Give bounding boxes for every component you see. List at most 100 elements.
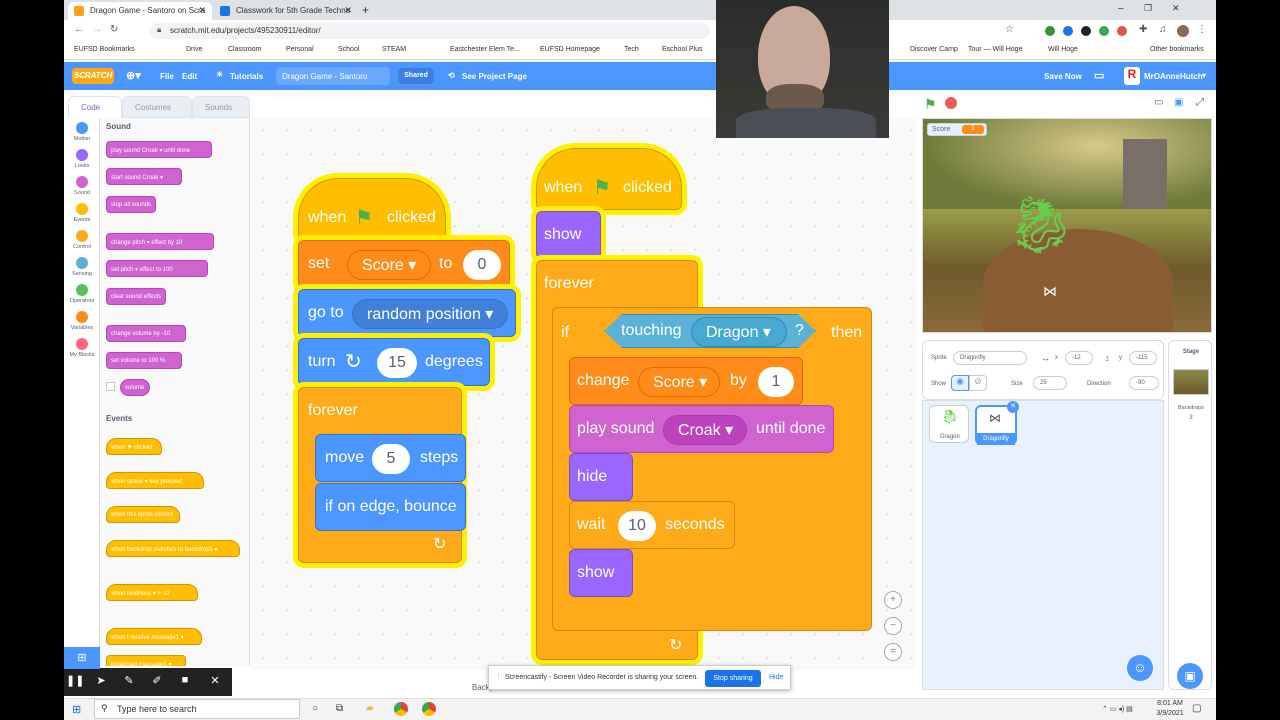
- extension-icon[interactable]: [1063, 26, 1073, 36]
- notification-icon[interactable]: ▢: [1192, 703, 1201, 714]
- start-sound-block[interactable]: start sound Croak ▾: [106, 168, 182, 185]
- bookmark-will-hoge[interactable]: Will Hoge: [1048, 46, 1078, 53]
- play-sound-block[interactable]: play sound Croak ▾ until done: [106, 141, 212, 158]
- tab-costumes[interactable]: Costumes: [122, 96, 192, 118]
- reload-icon[interactable]: ↻: [110, 24, 118, 35]
- drag-handle-icon[interactable]: ⋮: [495, 673, 502, 681]
- when-sprite-clicked-block[interactable]: when this sprite clicked: [106, 506, 180, 523]
- pen-icon[interactable]: ✎: [120, 674, 138, 690]
- set-pitch-block[interactable]: set pitch ▾ effect to 100: [106, 260, 208, 277]
- y-input[interactable]: -115: [1129, 351, 1157, 365]
- browser-tab-classwork[interactable]: Classwork for 5th Grade Techno ✕: [214, 2, 358, 20]
- dragonfly-sprite[interactable]: ⋈: [1043, 284, 1075, 298]
- choose-backdrop-button[interactable]: ▣: [1177, 663, 1203, 689]
- bookmark-personal[interactable]: Personal: [286, 46, 314, 53]
- pause-icon[interactable]: ❚❚: [66, 674, 84, 690]
- hide-block[interactable]: hide: [569, 453, 633, 501]
- broadcast-block[interactable]: broadcast message1 ▾: [106, 655, 186, 666]
- camera-icon[interactable]: ■: [176, 674, 194, 690]
- category-operators[interactable]: Operators: [64, 284, 100, 304]
- extension-icon[interactable]: [1045, 26, 1055, 36]
- bookmark-discover-camp[interactable]: Discover Camp: [910, 46, 958, 53]
- clear-sound-effects-block[interactable]: clear sound effects: [106, 288, 166, 305]
- set-value-input[interactable]: 0: [463, 250, 501, 280]
- forward-icon[interactable]: →: [92, 24, 102, 35]
- user-menu[interactable]: MrOAnneHutch: [1144, 72, 1203, 81]
- move-steps-input[interactable]: 5: [372, 444, 410, 474]
- cursor-icon[interactable]: ➤: [92, 674, 110, 690]
- show-eye-icon[interactable]: ◉: [951, 375, 969, 391]
- stage-canvas[interactable]: Score 1 🐉︎ ⋈: [922, 118, 1212, 333]
- bookmark-eastchester[interactable]: Eastchester Elem Te...: [450, 46, 520, 53]
- show-block[interactable]: show: [569, 549, 633, 597]
- wait-seconds-input[interactable]: 10: [618, 511, 656, 541]
- show-block[interactable]: show: [536, 211, 601, 259]
- go-to-block[interactable]: go to random position ▾: [298, 289, 516, 337]
- stop-button[interactable]: [945, 97, 957, 109]
- play-sound-block[interactable]: play sound Croak ▾ until done: [569, 405, 834, 453]
- extension-icon[interactable]: [1117, 26, 1127, 36]
- add-extension-button[interactable]: ⊞: [64, 647, 100, 669]
- bookmark-tour[interactable]: Tour — Will Hoge: [968, 46, 1022, 53]
- turn-block[interactable]: turn ↻ 15 degrees: [298, 338, 490, 386]
- category-my-blocks[interactable]: My Blocks: [64, 338, 100, 358]
- zoom-in-icon[interactable]: +: [884, 591, 902, 609]
- system-tray-icons[interactable]: ⌃ ▭ ◂) ▤: [1102, 705, 1133, 713]
- window-close-icon[interactable]: ✕: [1172, 3, 1180, 14]
- browser-tab-scratch[interactable]: Dragon Game - Santoro on Scra ✕: [68, 2, 212, 20]
- file-menu[interactable]: File: [160, 72, 174, 81]
- hide-button[interactable]: Hide: [769, 674, 783, 681]
- category-sensing[interactable]: Sensing: [64, 257, 100, 277]
- when-flag-clicked-block[interactable]: when ⚑ clicked: [106, 438, 162, 455]
- back-icon[interactable]: ←: [74, 24, 84, 35]
- sprite-tile-dragonfly[interactable]: ⋈ Dragonfly ✕: [975, 401, 1019, 445]
- see-project-page-button[interactable]: See Project Page: [462, 72, 527, 81]
- sound-dropdown[interactable]: Croak ▾: [663, 415, 747, 445]
- direction-input[interactable]: -90: [1129, 376, 1159, 390]
- user-avatar[interactable]: R: [1124, 67, 1140, 85]
- menu-icon[interactable]: ⋮: [1197, 24, 1207, 35]
- chevron-down-icon[interactable]: ▾: [1202, 71, 1206, 80]
- bookmark-steam[interactable]: STEAM: [382, 46, 406, 53]
- bookmark-homepage[interactable]: EUFSD Homepage: [540, 46, 600, 53]
- sprite-tile-dragon[interactable]: 🐉︎ Dragon: [929, 405, 969, 443]
- globe-icon[interactable]: ⊕▾: [126, 69, 141, 82]
- dragon-sprite[interactable]: 🐉︎: [1005, 195, 1076, 255]
- chrome-icon[interactable]: [394, 702, 408, 716]
- touching-dropdown[interactable]: Dragon ▾: [691, 317, 787, 347]
- cortana-icon[interactable]: ○: [312, 703, 318, 714]
- zoom-reset-icon[interactable]: =: [884, 643, 902, 661]
- go-to-dropdown[interactable]: random position ▾: [352, 299, 508, 329]
- star-icon[interactable]: ☆: [1005, 24, 1014, 35]
- set-variable-block[interactable]: set Score ▾ to 0: [298, 240, 510, 288]
- category-sound[interactable]: Sound: [64, 176, 100, 196]
- stop-sharing-button[interactable]: Stop sharing: [705, 670, 761, 687]
- category-variables[interactable]: Variables: [64, 311, 100, 331]
- extension-icon[interactable]: [1099, 26, 1109, 36]
- bookmark-other[interactable]: Other bookmarks: [1150, 46, 1204, 53]
- tab-sounds[interactable]: Sounds: [192, 96, 250, 118]
- close-icon[interactable]: ✕: [206, 674, 224, 690]
- close-icon[interactable]: ✕: [344, 5, 352, 16]
- stop-all-sounds-block[interactable]: stop all sounds: [106, 196, 156, 213]
- windows-start-icon[interactable]: ⊞: [72, 703, 81, 716]
- variable-dropdown[interactable]: Score ▾: [347, 250, 431, 280]
- bookmark-drive[interactable]: Drive: [186, 46, 202, 53]
- touching-block[interactable]: touching Dragon ▾ ?: [604, 314, 816, 348]
- when-backdrop-switches-block[interactable]: when backdrop switches to backdrop1 ▾: [106, 540, 240, 557]
- variable-dropdown[interactable]: Score ▾: [638, 367, 720, 397]
- bookmark-eschool[interactable]: Eschool Plus: [662, 46, 702, 53]
- choose-sprite-button[interactable]: ☺: [1127, 655, 1153, 681]
- green-flag-button[interactable]: ⚑: [924, 96, 937, 113]
- tutorials-button[interactable]: Tutorials: [230, 72, 263, 81]
- turn-degrees-input[interactable]: 15: [377, 348, 417, 378]
- hide-eye-icon[interactable]: ⊘: [969, 375, 987, 391]
- when-i-receive-block[interactable]: when I receive message1 ▾: [106, 628, 202, 645]
- project-title-input[interactable]: Dragon Game - Santoro: [276, 67, 390, 85]
- profile-avatar[interactable]: [1177, 25, 1189, 37]
- new-tab-icon[interactable]: +: [362, 3, 369, 17]
- music-icon[interactable]: ♫: [1159, 24, 1167, 35]
- set-volume-block[interactable]: set volume to 100 %: [106, 352, 182, 369]
- small-stage-icon[interactable]: ▭: [1154, 97, 1163, 108]
- url-bar[interactable]: 🔒︎ scratch.mit.edu/projects/495230911/ed…: [150, 23, 710, 39]
